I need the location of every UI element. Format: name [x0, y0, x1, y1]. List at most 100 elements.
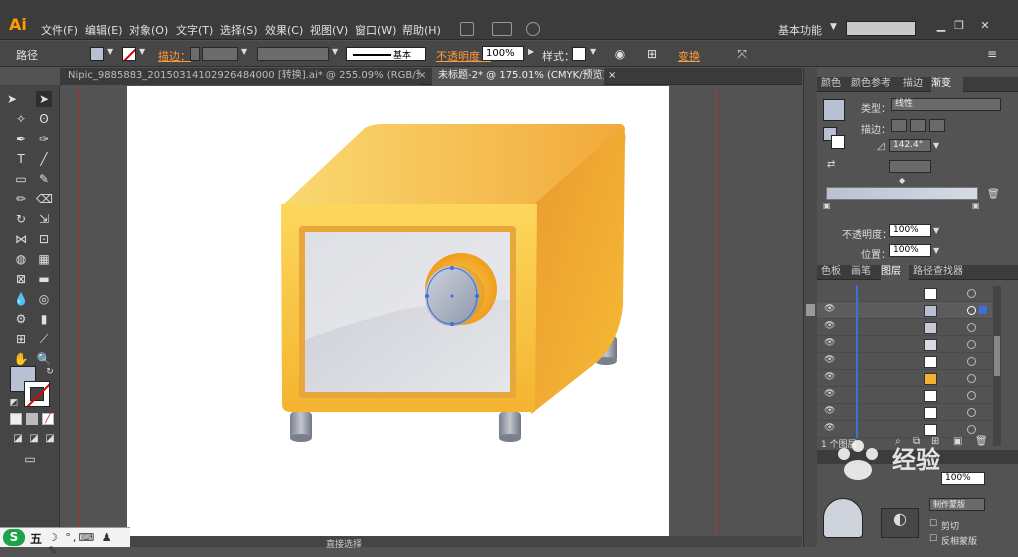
stroke-swatch[interactable]	[122, 47, 136, 61]
stop-opacity-field[interactable]: 100%	[889, 224, 931, 237]
eye-icon[interactable]: 👁	[824, 355, 835, 365]
type-tool-icon[interactable]: T	[13, 151, 29, 167]
chevron-down-icon[interactable]: ▼	[830, 22, 837, 32]
arrange-documents-icon[interactable]	[492, 22, 512, 36]
eye-icon[interactable]: 👁	[824, 321, 835, 331]
bridge-icon[interactable]	[460, 22, 474, 36]
menu-effect[interactable]: 效果(C)	[265, 22, 303, 38]
close-icon[interactable]: ×	[608, 68, 616, 84]
tab-brushes[interactable]: 画笔	[851, 265, 877, 280]
close-icon[interactable]: ✕	[976, 20, 994, 32]
menu-file[interactable]: 文件(F)	[41, 22, 78, 38]
draw-inside-icon[interactable]: ◪	[42, 431, 58, 447]
layer-row[interactable]: 👁	[817, 387, 992, 404]
selection-indicator[interactable]	[979, 306, 987, 314]
default-colors-icon[interactable]: ◩	[6, 395, 22, 411]
menu-select[interactable]: 选择(S)	[220, 22, 258, 38]
menu-type[interactable]: 文字(T)	[176, 22, 213, 38]
draw-normal-icon[interactable]: ◪	[10, 431, 26, 447]
target-icon[interactable]	[967, 374, 976, 383]
trash-icon[interactable]: 🗑	[975, 436, 988, 447]
ime-mode-label[interactable]: 五	[30, 530, 42, 547]
layer-row-selected[interactable]: 👁	[817, 302, 992, 319]
sync-icon[interactable]	[526, 22, 540, 36]
eye-icon[interactable]: 👁	[824, 304, 835, 314]
screen-mode-icon[interactable]: ▭	[22, 451, 38, 467]
target-icon[interactable]	[967, 408, 976, 417]
gradient-preview[interactable]	[823, 99, 845, 121]
layers-scrollbar[interactable]	[993, 286, 1001, 446]
width-tool-icon[interactable]: ⋈	[13, 231, 29, 247]
layer-row[interactable]: 👁	[817, 353, 992, 370]
mask-thumbnail[interactable]	[823, 498, 863, 538]
symbol-sprayer-icon[interactable]: ⚙	[13, 311, 29, 327]
selection-tool-icon[interactable]: ➤	[4, 91, 20, 107]
chevron-down-icon[interactable]: ▼	[933, 141, 939, 150]
stop-location-field[interactable]: 100%	[889, 244, 931, 257]
tab-stroke[interactable]: 描边	[903, 77, 929, 92]
midpoint-icon[interactable]: ◆	[899, 176, 905, 185]
slice-tool-icon[interactable]: ⟋	[36, 331, 52, 347]
make-mask-button[interactable]: 制作蒙版	[929, 498, 985, 511]
gradient-angle-field[interactable]: 142.4°	[889, 139, 931, 152]
gradient-type-select[interactable]: 线性	[891, 98, 1001, 111]
align-icon[interactable]: ⊞	[644, 46, 660, 62]
tab-layers[interactable]: 图层	[881, 265, 909, 280]
direct-selection-tool-icon[interactable]: ➤	[36, 91, 52, 107]
artboard[interactable]	[127, 86, 669, 536]
target-icon[interactable]	[967, 306, 976, 315]
tab-document-2[interactable]: 未标题-2* @ 175.01% (CMYK/预览)	[432, 68, 604, 85]
anchor-point[interactable]	[450, 266, 454, 270]
panel-menu-icon[interactable]: ≡	[984, 46, 1000, 62]
opacity-field[interactable]: 100%	[482, 46, 524, 61]
magic-wand-icon[interactable]: ✧	[13, 111, 29, 127]
target-icon[interactable]	[967, 357, 976, 366]
pen-tool-icon[interactable]: ✒	[13, 131, 29, 147]
minimize-icon[interactable]: ▁	[932, 20, 950, 32]
layer-row[interactable]: 👁	[817, 404, 992, 421]
transform-label[interactable]: 变换	[678, 48, 700, 64]
chevron-down-icon[interactable]: ▼	[332, 47, 338, 56]
close-icon[interactable]: ×	[418, 68, 426, 84]
aspect-ratio-field[interactable]	[889, 160, 931, 173]
line-tool-icon[interactable]: ╱	[36, 151, 52, 167]
menu-window[interactable]: 窗口(W)	[355, 22, 396, 38]
clip-checkbox-box[interactable]: ☐	[929, 519, 937, 529]
opacity-mask-thumbnail[interactable]: ◐	[881, 508, 919, 538]
layer-row[interactable]: 👁	[817, 370, 992, 387]
color-stop-right[interactable]: ▣	[972, 201, 980, 210]
eye-icon[interactable]: 👁	[824, 338, 835, 348]
scale-icon[interactable]: ⇲	[36, 211, 52, 227]
swap-icon[interactable]: ↻	[42, 364, 58, 380]
perspective-grid-icon[interactable]: ▦	[36, 251, 52, 267]
artboard-tool-icon[interactable]: ⊞	[13, 331, 29, 347]
scrollbar-thumb[interactable]	[806, 304, 815, 316]
menu-help[interactable]: 帮助(H)	[402, 22, 441, 38]
eraser-icon[interactable]: ⌫	[36, 191, 53, 207]
gradient-mode-icon[interactable]	[26, 413, 38, 425]
brush-definition[interactable]: 基本	[346, 47, 426, 61]
isolate-icon[interactable]: ⤧	[734, 46, 750, 62]
rotate-icon[interactable]: ↻	[13, 211, 29, 227]
free-transform-icon[interactable]: ⊡	[36, 231, 52, 247]
variable-width-profile[interactable]	[257, 47, 329, 61]
stroke-gradient-along-button[interactable]	[910, 119, 926, 132]
fill-swatch[interactable]	[90, 47, 104, 61]
target-icon[interactable]	[967, 425, 976, 434]
rectangle-tool-icon[interactable]: ▭	[13, 171, 29, 187]
status-tool-label[interactable]: 直接选择	[326, 537, 362, 550]
layer-row[interactable]: 👁	[817, 319, 992, 336]
stroke-label[interactable]: 描边：	[158, 48, 191, 64]
graphic-style-swatch[interactable]	[572, 47, 586, 61]
target-icon[interactable]	[967, 391, 976, 400]
tab-color-guide[interactable]: 颜色参考	[851, 77, 899, 92]
chevron-down-icon[interactable]: ▼	[107, 47, 113, 56]
hand-tool-icon[interactable]: ✋	[13, 351, 29, 367]
lasso-icon[interactable]: ʘ	[36, 111, 52, 127]
menu-object[interactable]: 对象(O)	[129, 22, 168, 38]
color-stop-left[interactable]: ▣	[823, 201, 831, 210]
chevron-down-icon[interactable]: ▼	[933, 226, 939, 235]
stroke-color[interactable]	[24, 381, 50, 407]
anchor-point[interactable]	[450, 322, 454, 326]
draw-behind-icon[interactable]: ◪	[26, 431, 42, 447]
